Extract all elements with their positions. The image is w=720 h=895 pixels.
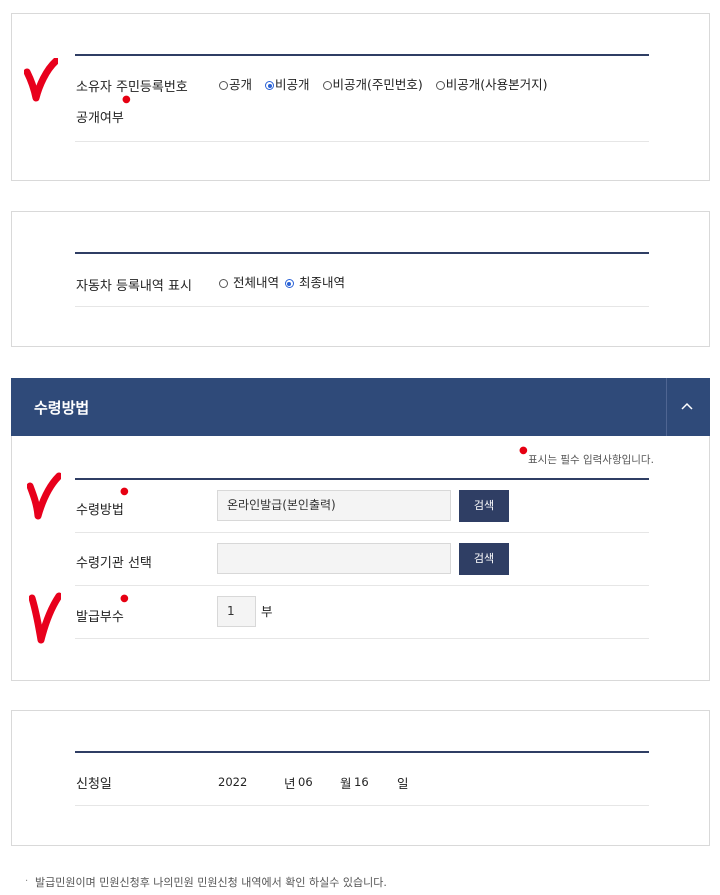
- history-radio-group: 전체내역 최종내역: [219, 272, 345, 291]
- agency-search-button[interactable]: 검색: [459, 543, 509, 575]
- registration-history-label: 자동차 등록내역 표시: [76, 279, 192, 294]
- section-top-line: [75, 751, 649, 753]
- row-divider: [75, 141, 649, 142]
- section-top-line: [75, 252, 649, 254]
- chevron-up-icon[interactable]: [681, 402, 693, 410]
- day-unit: 일: [397, 776, 409, 791]
- section-top-line: [75, 54, 649, 56]
- radio-private[interactable]: 비공개: [265, 77, 310, 92]
- header-divider: [666, 378, 667, 436]
- month-unit: 월: [340, 776, 352, 791]
- disclosure-label: 공개여부: [76, 111, 124, 126]
- method-field[interactable]: 온라인발급(본인출력): [217, 490, 451, 521]
- required-note: 표시는 필수 입력사항입니다.: [528, 454, 654, 466]
- year-unit: 년: [284, 776, 296, 791]
- required-mark: ●: [120, 593, 129, 604]
- checkmark-annotation-icon: [27, 472, 61, 520]
- checkmark-annotation-icon: [24, 58, 58, 102]
- required-mark: ●: [122, 94, 131, 105]
- required-mark: ●: [120, 486, 129, 497]
- application-date-panel: 신청일 2022 년 06 월 16 일: [11, 710, 710, 846]
- radio-private-address[interactable]: 비공개(사용본거지): [435, 77, 548, 92]
- copies-field[interactable]: 1: [217, 596, 256, 627]
- agency-label: 수령기관 선택: [76, 556, 152, 571]
- registration-history-panel: 자동차 등록내역 표시 전체내역 최종내역: [11, 211, 710, 347]
- row-divider: [75, 805, 649, 806]
- row-divider: [75, 638, 649, 639]
- disclosure-radio-group: 공개 비공개 비공개(주민번호) 비공개(사용본거지): [219, 74, 548, 93]
- owner-id-disclosure-panel: 소유자 주민등록번호 공개여부 ● 공개 비공개 비공개(주민번호) 비공개(사…: [11, 13, 710, 181]
- row-divider: [75, 585, 649, 586]
- radio-final-history[interactable]: 최종내역: [284, 275, 345, 290]
- footer-note: 발급민원이며 민원신청후 나의민원 민원신청 내역에서 확인 하실수 있습니다.: [35, 876, 387, 889]
- day-value: 16: [354, 775, 369, 789]
- month-value: 06: [298, 775, 313, 789]
- radio-public[interactable]: 공개: [219, 77, 252, 92]
- footer-bullet: ·: [25, 876, 29, 887]
- year-value: 2022: [218, 775, 248, 789]
- copies-label: 발급부수: [76, 610, 124, 625]
- method-search-button[interactable]: 검색: [459, 490, 509, 522]
- agency-field[interactable]: [217, 543, 451, 574]
- copies-unit: 부: [261, 604, 273, 619]
- radio-private-id[interactable]: 비공개(주민번호): [322, 77, 423, 92]
- receipt-method-panel: ● 표시는 필수 입력사항입니다. 수령방법 ● 온라인발급(본인출력) 검색 …: [11, 436, 710, 681]
- method-label: 수령방법: [76, 503, 124, 518]
- checkmark-annotation-icon: [29, 592, 61, 644]
- date-label: 신청일: [76, 777, 112, 792]
- receipt-method-title: 수령방법: [34, 399, 90, 417]
- radio-all-history[interactable]: 전체내역: [219, 275, 279, 290]
- row-divider: [75, 532, 649, 533]
- owner-id-label: 소유자 주민등록번호: [76, 80, 188, 95]
- receipt-method-header: 수령방법: [11, 378, 710, 436]
- section-top-line: [75, 478, 649, 480]
- row-divider: [75, 306, 649, 307]
- required-mark: ●: [519, 445, 528, 456]
